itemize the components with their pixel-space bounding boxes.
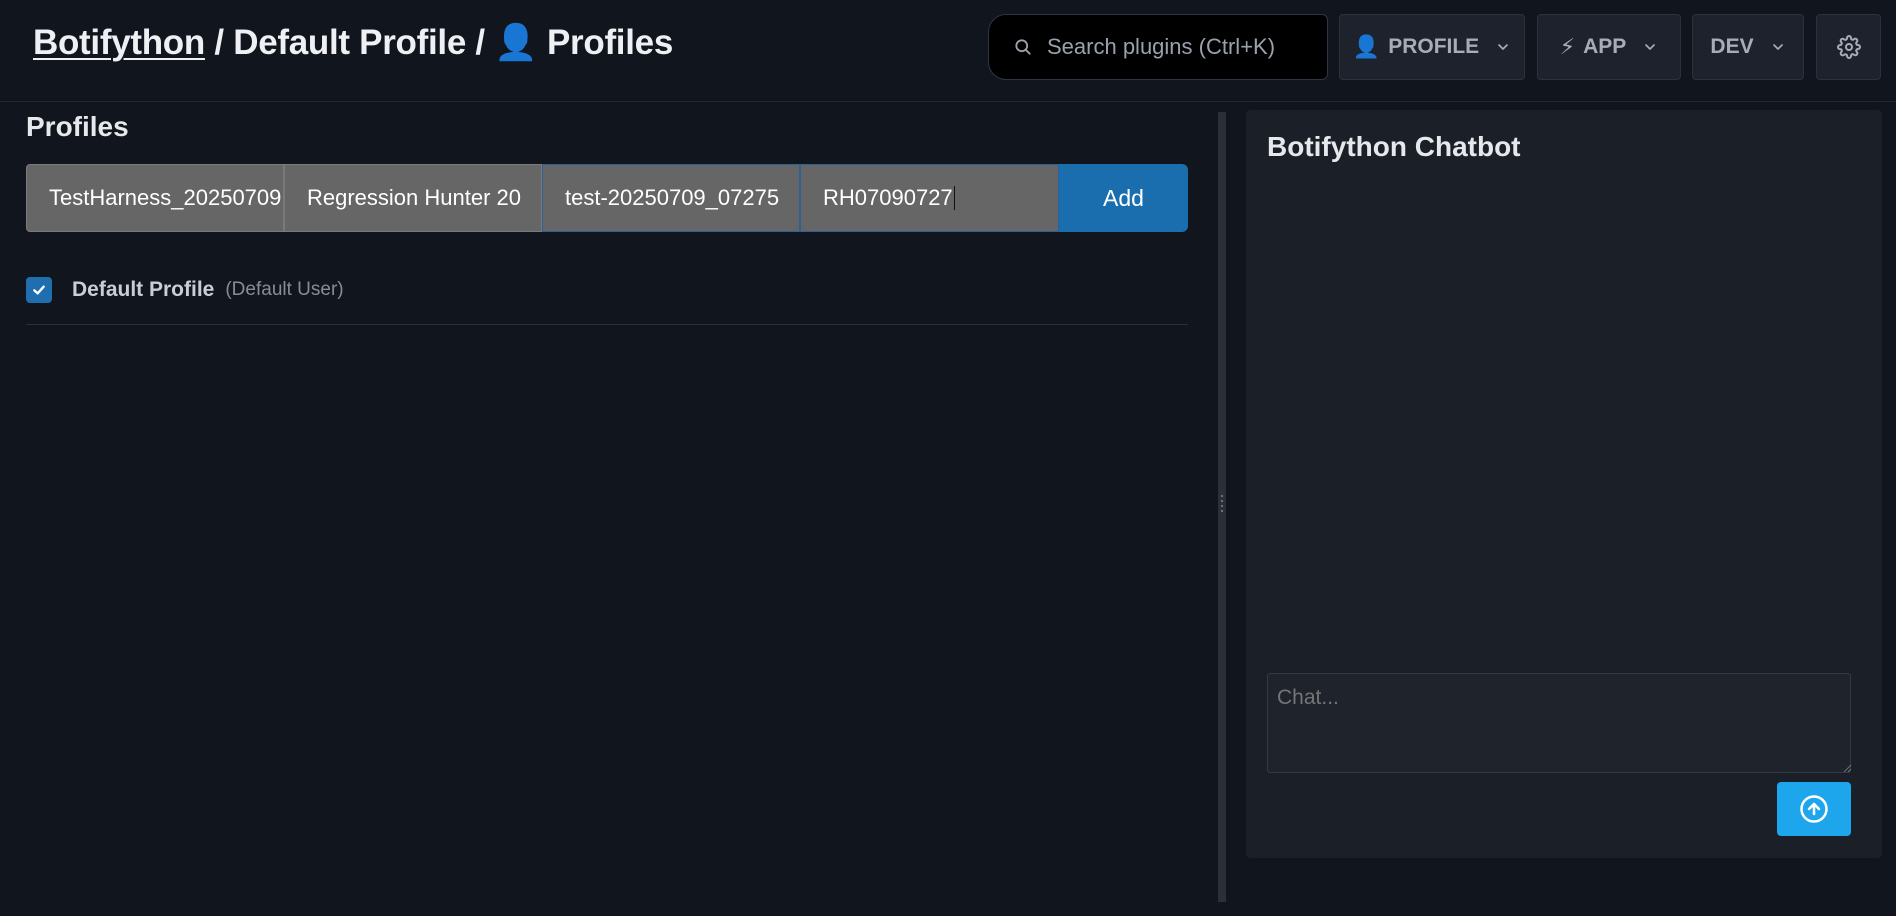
- check-icon: [33, 285, 45, 295]
- send-button[interactable]: [1777, 782, 1851, 836]
- chat-input[interactable]: [1267, 673, 1851, 773]
- text-caret: [953, 186, 956, 210]
- search-input[interactable]: [1047, 34, 1317, 60]
- chevron-down-icon: [1772, 44, 1783, 50]
- app-menu-label: APP: [1583, 35, 1627, 58]
- search-icon: [1015, 39, 1031, 55]
- profile-code-input[interactable]: RH07090727: [800, 164, 1059, 232]
- profile-name-input[interactable]: TestHarness_20250709: [26, 164, 284, 232]
- breadcrumb: Botifython / Default Profile / 👤 Profile…: [33, 22, 673, 63]
- profile-checkbox[interactable]: [26, 277, 52, 303]
- panel-resize-divider[interactable]: [1218, 112, 1226, 902]
- settings-button[interactable]: [1816, 14, 1881, 80]
- gear-icon: [1836, 35, 1861, 59]
- profile-address-input[interactable]: test-20250709_07275: [542, 164, 800, 232]
- profile-real-name-input[interactable]: Regression Hunter 20: [284, 164, 542, 232]
- dev-menu-button[interactable]: DEV: [1692, 14, 1804, 80]
- breadcrumb-home-link[interactable]: Botifython: [33, 23, 205, 62]
- user-icon: 👤: [1352, 34, 1381, 59]
- search-box[interactable]: [988, 14, 1328, 80]
- chat-title: Botifython Chatbot: [1267, 131, 1521, 162]
- lightning-icon: ⚡: [1559, 34, 1576, 59]
- profile-code-value: RH07090727: [823, 185, 953, 210]
- chevron-down-icon: [1498, 44, 1509, 50]
- grip-icon: [1220, 495, 1224, 517]
- breadcrumb-profile: Default Profile: [233, 23, 466, 62]
- app-menu-button[interactable]: ⚡ APP: [1537, 14, 1681, 80]
- dev-menu-label: DEV: [1710, 35, 1754, 58]
- chat-panel: Botifython Chatbot: [1246, 110, 1882, 858]
- profile-subtitle: (Default User): [225, 279, 344, 300]
- breadcrumb-separator: /: [466, 23, 495, 62]
- chevron-down-icon: [1645, 44, 1656, 50]
- add-button[interactable]: Add: [1059, 164, 1188, 232]
- textarea-resize-icon[interactable]: [1842, 763, 1852, 773]
- list-item[interactable]: Default Profile (Default User): [26, 265, 1188, 325]
- profile-name[interactable]: Default Profile: [72, 278, 214, 302]
- page-title: Profiles: [26, 111, 129, 142]
- add-profile-form: TestHarness_20250709 Regression Hunter 2…: [26, 164, 1188, 232]
- profile-menu-button[interactable]: 👤 PROFILE: [1339, 14, 1525, 80]
- arrow-up-circle-icon: [1800, 795, 1828, 823]
- user-icon: 👤: [494, 23, 538, 62]
- top-header: Botifython / Default Profile / 👤 Profile…: [0, 0, 1896, 102]
- breadcrumb-page: Profiles: [547, 23, 673, 62]
- breadcrumb-separator: /: [204, 23, 234, 62]
- profile-menu-label: PROFILE: [1388, 35, 1480, 58]
